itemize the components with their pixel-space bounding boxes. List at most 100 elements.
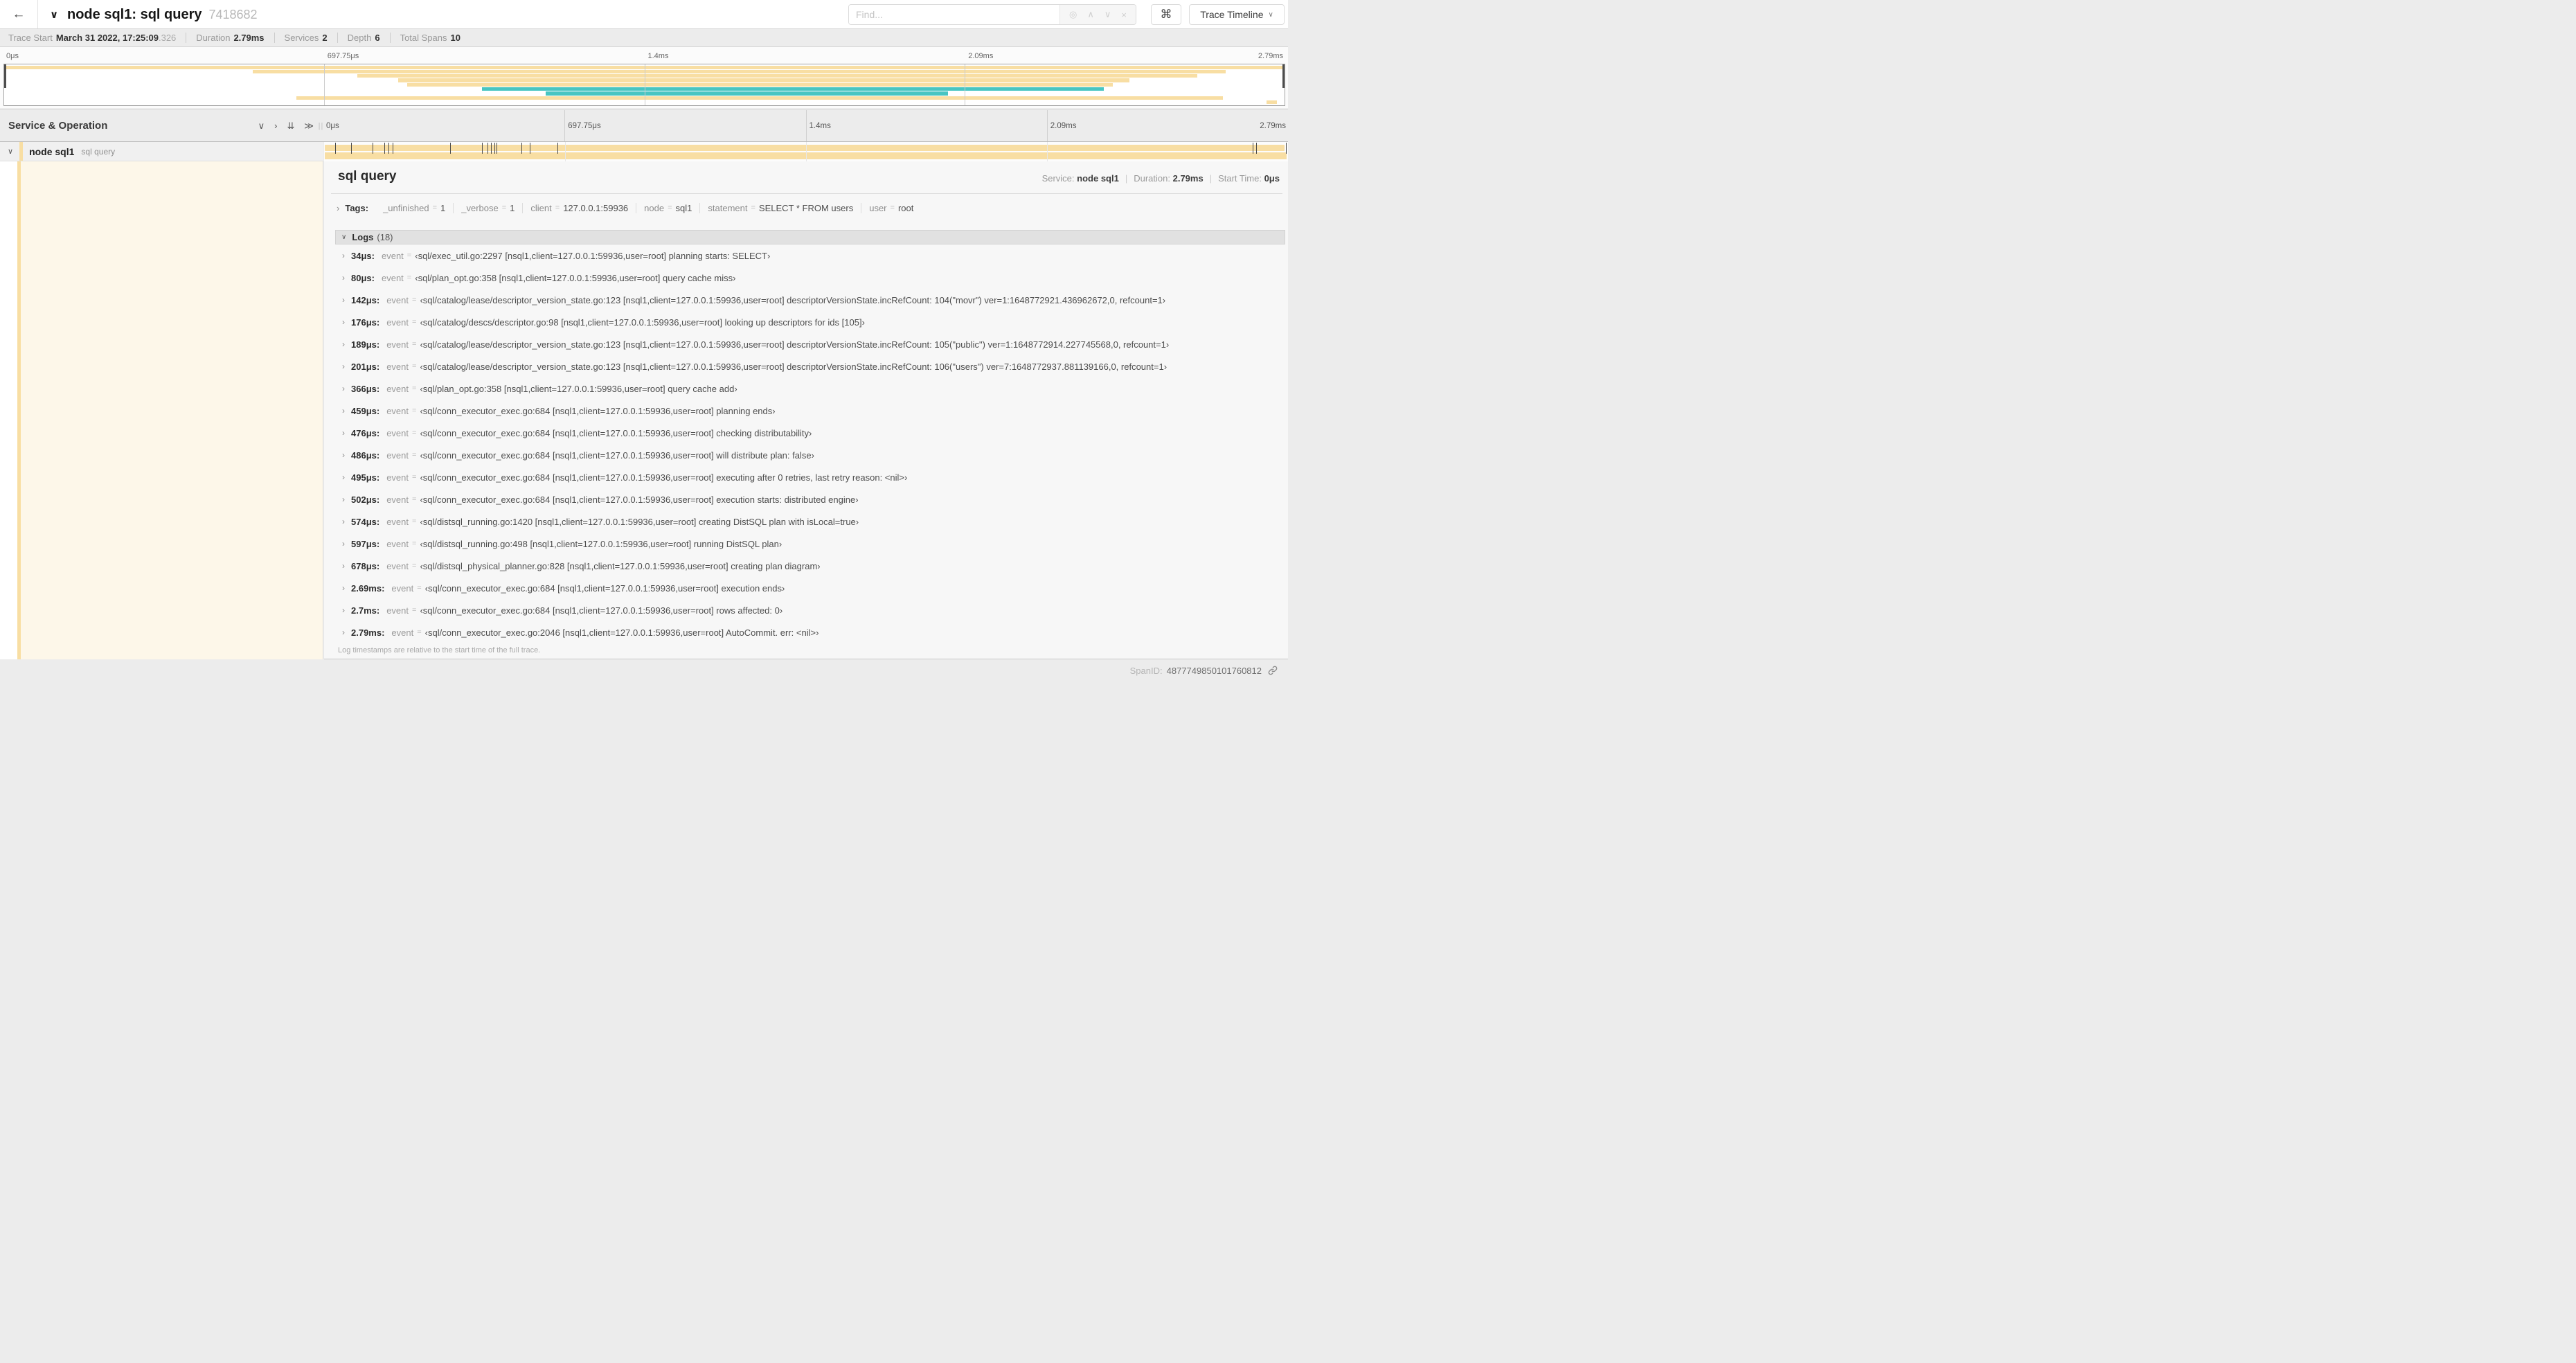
log-row[interactable]: › 2.69ms: event = ‹sql/conn_executor_exec.go…: [342, 577, 1284, 599]
tags-row[interactable]: › Tags: _unfinished = 1 _verbose = 1 client = 12…: [337, 199, 1282, 217]
log-event-marker: [491, 143, 492, 154]
log-row[interactable]: › 574μs: event = ‹sql/distsql_running.go:142…: [342, 510, 1284, 533]
timeline-gridline: [1047, 142, 1048, 161]
minimap-right-drag-handle[interactable]: [1282, 64, 1285, 89]
chevron-right-icon: ›: [342, 362, 345, 371]
log-row[interactable]: › 34μs: event = ‹sql/exec_util.go:2297 [nsql…: [342, 244, 1284, 267]
log-row[interactable]: › 486μs: event = ‹sql/conn_executor_exec.go:…: [342, 444, 1284, 466]
trace-collapse-toggle[interactable]: ∨: [50, 0, 58, 28]
chevron-right-icon: ›: [342, 295, 345, 305]
find-next-icon[interactable]: ∨: [1104, 9, 1111, 20]
chevron-down-icon: ∨: [1268, 10, 1273, 19]
equals-sign: =: [412, 473, 417, 481]
back-button[interactable]: ←: [0, 0, 38, 28]
trace-meta-item: Total Spans 10: [389, 33, 470, 43]
equals-sign: =: [412, 606, 417, 614]
expand-one-icon[interactable]: ›: [274, 121, 277, 131]
timeline-tick-label: 697.75μs: [327, 52, 359, 60]
tag-value: root: [897, 202, 914, 213]
logs-section-header[interactable]: ∨ Logs (18): [335, 230, 1285, 244]
log-row[interactable]: › 2.79ms: event = ‹sql/conn_executor_exec.go…: [342, 621, 1284, 643]
divider: |: [1209, 173, 1213, 184]
log-row[interactable]: › 189μs: event = ‹sql/catalog/lease/descript…: [342, 333, 1284, 355]
service-label: Service:: [1041, 173, 1075, 184]
log-timestamp: 189μs:: [351, 339, 380, 350]
link-icon[interactable]: [1267, 665, 1278, 676]
collapse-one-icon[interactable]: ∨: [258, 121, 265, 132]
log-row[interactable]: › 459μs: event = ‹sql/conn_executor_exec.go:…: [342, 400, 1284, 422]
log-timestamp: 2.79ms:: [351, 627, 385, 638]
minimap-span-bar: [252, 69, 1226, 74]
find-prev-icon[interactable]: ∧: [1087, 9, 1094, 20]
log-event-marker: [334, 143, 336, 154]
tags-label: Tags:: [345, 202, 369, 213]
log-row[interactable]: › 80μs: event = ‹sql/plan_opt.go:358 [nsql1,…: [342, 267, 1284, 289]
log-event-marker: [1256, 143, 1258, 154]
span-duration-bar[interactable]: [325, 145, 1285, 151]
log-message: ‹sql/conn_executor_exec.go:684 [nsql1,cl…: [420, 605, 783, 616]
log-field-key: event: [386, 494, 409, 505]
tag-key: _verbose: [461, 202, 499, 213]
back-arrow-icon: ←: [12, 6, 26, 21]
span-detail-row: sql query Service: node sql1 | Duration: 2…: [0, 161, 1288, 659]
log-row[interactable]: › 142μs: event = ‹sql/catalog/lease/descript…: [342, 289, 1284, 311]
log-field-key: event: [386, 339, 409, 350]
chevron-right-icon: ›: [337, 202, 340, 213]
minimap-canvas[interactable]: [3, 64, 1285, 106]
log-field-key: event: [391, 582, 414, 594]
collapse-all-icon[interactable]: ⇊: [287, 121, 294, 132]
meta-label: Services: [284, 33, 319, 43]
find-clear-icon[interactable]: ×: [1121, 10, 1127, 20]
log-row[interactable]: › 495μs: event = ‹sql/conn_executor_exec.go:…: [342, 466, 1284, 488]
log-timestamp: 176μs:: [351, 317, 380, 328]
find-controls: ◎ ∧ ∨ ×: [1059, 5, 1136, 24]
span-color-chip: [19, 142, 24, 161]
minimap-left-drag-handle[interactable]: [4, 64, 6, 89]
log-row[interactable]: › 678μs: event = ‹sql/distsql_physical_plann…: [342, 555, 1284, 577]
equals-sign: =: [412, 407, 417, 415]
log-row[interactable]: › 176μs: event = ‹sql/catalog/descs/descript…: [342, 311, 1284, 333]
tag-key: node: [644, 202, 665, 213]
chevron-right-icon: ›: [342, 605, 345, 615]
minimap-span-bar: [546, 91, 948, 96]
log-timestamp: 476μs:: [351, 427, 380, 438]
log-field-key: event: [381, 272, 404, 283]
tag-key: user: [869, 202, 887, 213]
log-field-key: event: [386, 560, 409, 571]
tag-value: 1: [510, 202, 515, 213]
span-name-cell[interactable]: ∨ node sql1 sql query: [0, 142, 323, 161]
chevron-right-icon: ›: [342, 583, 345, 593]
equals-sign: =: [417, 628, 422, 636]
span-service-name: node sql1: [29, 145, 75, 157]
equals-sign: =: [751, 204, 755, 212]
locate-icon[interactable]: ◎: [1069, 9, 1077, 20]
log-message: ‹sql/exec_util.go:2297 [nsql1,client=127…: [415, 250, 771, 261]
log-row[interactable]: › 476μs: event = ‹sql/conn_executor_exec.go:…: [342, 422, 1284, 444]
log-row[interactable]: › 597μs: event = ‹sql/distsql_running.go:498…: [342, 533, 1284, 555]
chevron-right-icon: ›: [342, 472, 345, 482]
meta-value: 2: [322, 33, 328, 43]
log-row[interactable]: › 366μs: event = ‹sql/plan_opt.go:358 [nsql1…: [342, 377, 1284, 400]
command-icon: ⌘: [1160, 8, 1172, 21]
meta-value: 10: [450, 33, 460, 43]
log-field-key: event: [386, 538, 409, 549]
minimap-span-bar: [481, 87, 1104, 91]
timeline-gridline: [806, 142, 807, 161]
log-row[interactable]: › 2.7ms: event = ‹sql/conn_executor_exec.go:…: [342, 599, 1284, 621]
log-message: ‹sql/conn_executor_exec.go:684 [nsql1,cl…: [424, 582, 785, 594]
log-timestamp: 678μs:: [351, 560, 380, 571]
duration-label: Duration:: [1134, 173, 1170, 184]
log-message: ‹sql/plan_opt.go:358 [nsql1,client=127.0…: [420, 383, 737, 394]
log-row[interactable]: › 201μs: event = ‹sql/catalog/lease/descript…: [342, 355, 1284, 377]
duration-value: 2.79ms: [1172, 173, 1204, 184]
log-field-key: event: [386, 405, 409, 416]
equals-sign: =: [412, 495, 417, 504]
log-message: ‹sql/catalog/lease/descriptor_version_st…: [420, 294, 1166, 305]
minimap-span-bar: [357, 74, 1198, 78]
log-timestamp: 34μs:: [351, 250, 375, 261]
find-input[interactable]: [849, 5, 1060, 24]
trace-view-dropdown[interactable]: Trace Timeline ∨: [1189, 4, 1285, 25]
keyboard-shortcuts-button[interactable]: ⌘: [1151, 4, 1181, 25]
expand-all-icon[interactable]: ≫: [304, 121, 314, 132]
log-row[interactable]: › 502μs: event = ‹sql/conn_executor_exec.go:…: [342, 488, 1284, 510]
